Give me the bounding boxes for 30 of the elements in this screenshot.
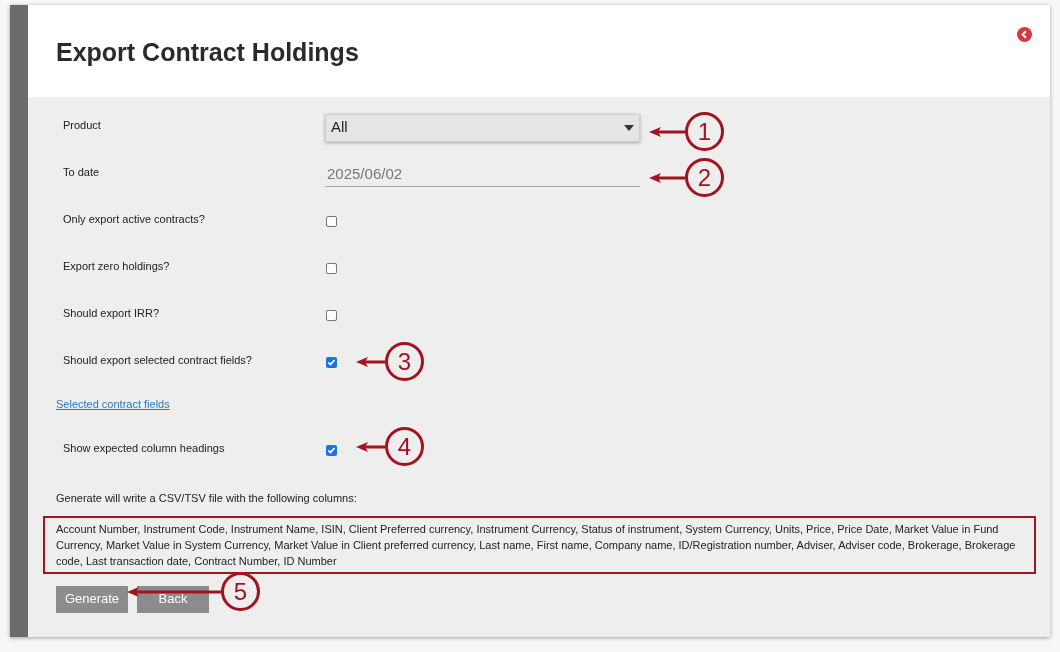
arrow-icon xyxy=(649,171,685,184)
callout-number: 1 xyxy=(685,112,724,151)
field-label: Should export selected contract fields? xyxy=(63,353,253,369)
checkbox[interactable] xyxy=(326,310,337,321)
callout-number: 3 xyxy=(385,342,424,381)
field-label: Should export IRR? xyxy=(63,306,160,322)
arrow-icon xyxy=(649,125,685,138)
columns-list: Account Number, Instrument Code, Instrument Name, ISIN, Client Preferred currency, Instrument Currency, Status of instrument, System Currency, Units, Price, Price Date, Market Value in Fund Currency, Market Value in System Currency, Market Value in Client preferred currency, Last name, First name, Company name, ID/Registration number, Adviser, Adviser code, Brokerage, Brokerage code, Last transaction date, Contract Number, ID Number xyxy=(43,515,1036,574)
arrow-icon xyxy=(356,440,385,453)
checkbox[interactable] xyxy=(326,445,337,456)
selected-fields-link[interactable]: Selected contract fields xyxy=(56,396,170,413)
checkbox[interactable] xyxy=(326,357,337,368)
generate-button[interactable]: Generate xyxy=(56,585,128,613)
field-label: Product xyxy=(63,118,102,134)
checkbox[interactable] xyxy=(326,263,337,274)
checkbox[interactable] xyxy=(326,216,337,227)
back-icon[interactable] xyxy=(1017,27,1032,42)
dropdown-caret-icon xyxy=(624,124,634,131)
product-select[interactable]: All xyxy=(325,113,640,142)
field-label: Show expected column headings xyxy=(63,441,226,457)
field-label: To date xyxy=(63,165,101,181)
arrow-icon xyxy=(356,355,385,368)
columns-note: Generate will write a CSV/TSV file with the following columns: xyxy=(55,491,358,506)
dialog-title: Export Contract Holdings xyxy=(56,37,359,68)
field-label: Export zero holdings? xyxy=(63,259,171,275)
callout-number: 4 xyxy=(385,427,424,466)
callout-number: 2 xyxy=(685,158,724,197)
callout-number: 5 xyxy=(221,572,260,611)
date-field[interactable]: 2025/06/02 xyxy=(325,162,640,187)
field-label: Only export active contracts? xyxy=(63,212,206,228)
